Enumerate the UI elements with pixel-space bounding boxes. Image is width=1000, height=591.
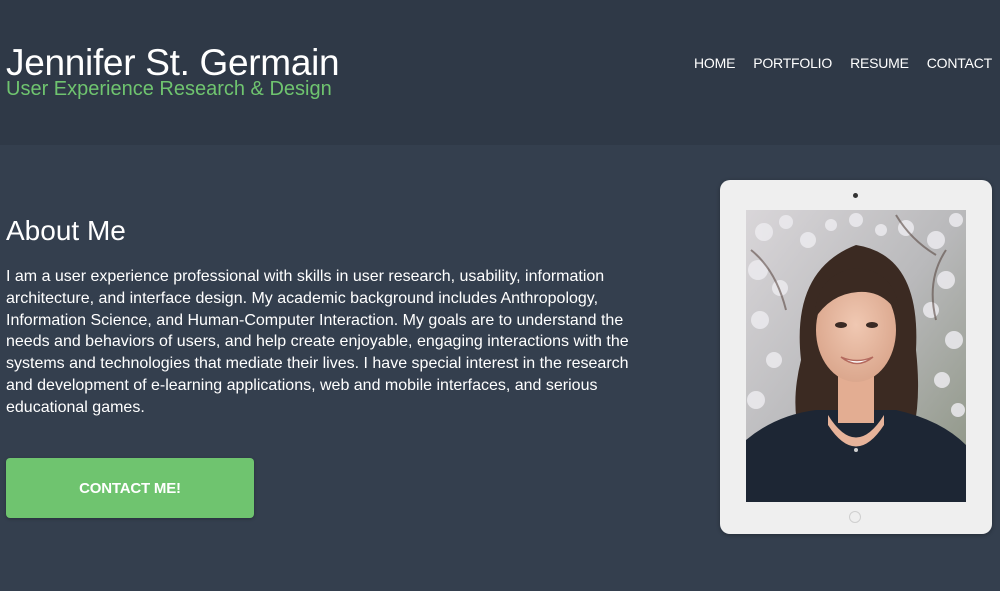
nav-item-contact[interactable]: CONTACT [927,55,992,71]
camera-icon [853,193,858,198]
site-subtitle: User Experience Research & Design [6,78,332,100]
about-body: I am a user experience professional with… [6,268,629,416]
about-section: About Me I am a user experience professi… [0,145,1000,591]
main-nav: HOME PORTFOLIO RESUME CONTACT [694,55,992,71]
nav-item-portfolio[interactable]: PORTFOLIO [753,55,832,71]
tablet-frame [720,180,992,534]
site-header: Jennifer St. Germain User Experience Res… [0,0,1000,145]
nav-item-home[interactable]: HOME [694,55,735,71]
nav-item-resume[interactable]: RESUME [850,55,909,71]
home-button-icon [849,511,861,523]
contact-me-button[interactable]: CONTACT ME! [6,458,254,518]
profile-photo [746,210,966,502]
profile-photo-illustration [746,210,966,502]
about-heading: About Me [6,215,126,246]
